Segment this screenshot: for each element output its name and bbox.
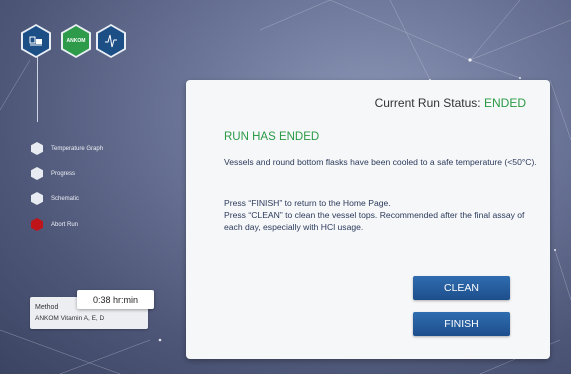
sidebar-item-temperature-graph[interactable]: Temperature Graph — [31, 142, 103, 155]
finish-instruction: Press “FINISH” to return to the Home Pag… — [224, 198, 391, 208]
sidebar-item-abort-run[interactable]: Abort Run — [31, 218, 78, 231]
ankom-logo-text: ANKOM — [66, 38, 86, 44]
elapsed-timer: 0:38 hr:min — [77, 290, 154, 309]
run-status-header: Current Run Status: ENDED — [375, 96, 526, 110]
sidebar-item-schematic[interactable]: Schematic — [31, 192, 79, 205]
status-label: Current Run Status: — [374, 96, 481, 110]
sidebar-item-label: Abort Run — [51, 221, 79, 228]
method-label: Method — [35, 304, 59, 311]
hexagon-red-icon — [31, 218, 43, 231]
cooled-message: Vessels and round bottom flasks have bee… — [224, 157, 537, 167]
sidebar-item-progress[interactable]: Progress — [31, 167, 75, 180]
sidebar-connector-line — [37, 57, 38, 122]
waveform-icon — [98, 26, 124, 56]
finish-button[interactable]: FINISH — [413, 312, 510, 336]
sidebar-item-label: Progress — [51, 170, 76, 177]
sidebar-item-label: Schematic — [51, 195, 80, 202]
clean-instruction: Press “CLEAN” to clean the vessel tops. … — [224, 210, 525, 232]
run-ended-heading: RUN HAS ENDED — [224, 131, 320, 143]
app-screen: ANKOM Temperature Graph Progress Schemat… — [0, 0, 571, 374]
hexagon-outline-icon — [31, 167, 43, 180]
hexagon-outline-icon — [31, 142, 43, 155]
hexagon-outline-icon — [31, 192, 43, 205]
beaker-icon — [23, 26, 49, 56]
method-name: ANKOM Vitamin A, E, D — [35, 315, 105, 322]
sidebar-item-label: Temperature Graph — [51, 145, 104, 152]
status-value: ENDED — [483, 96, 526, 110]
clean-button[interactable]: CLEAN — [413, 276, 510, 300]
ankom-logo: ANKOM — [63, 26, 89, 56]
instructions-message: Press “FINISH” to return to the Home Pag… — [224, 197, 539, 233]
run-status-panel: Current Run Status: ENDED RUN HAS ENDED … — [186, 80, 550, 359]
